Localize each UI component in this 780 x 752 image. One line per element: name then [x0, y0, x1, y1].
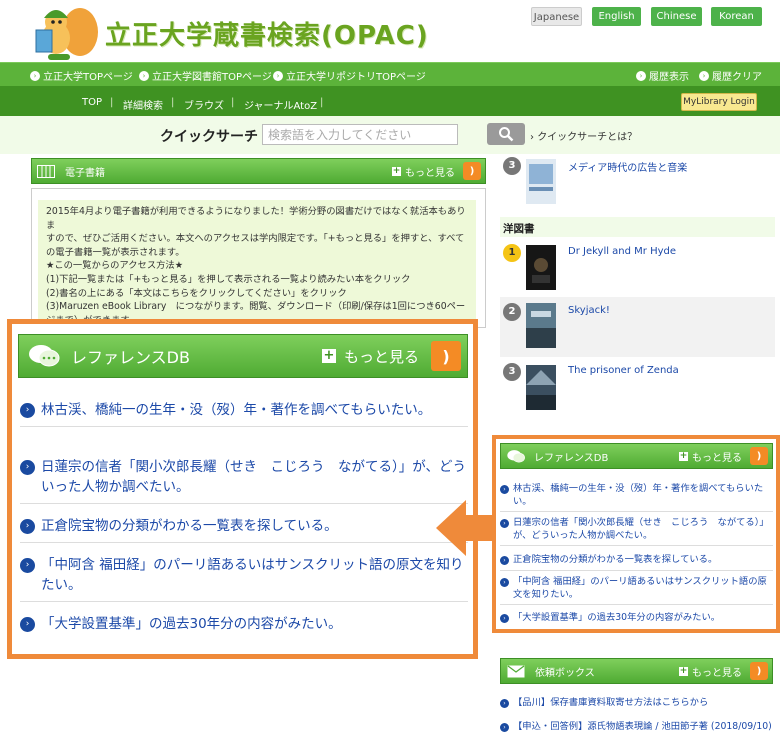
ranking-title: Skyjack!	[568, 305, 610, 316]
reference-panel-header-large: レファレンスDB + もっと見る )	[18, 334, 468, 378]
nav-advanced-search[interactable]: 詳細検索	[123, 97, 163, 112]
nav-separator: |	[110, 97, 114, 108]
chevron-right-icon: ›	[500, 519, 509, 528]
quick-search-label: クイックサーチ	[160, 129, 258, 145]
nav-top[interactable]: TOP	[82, 97, 102, 108]
chevron-right-icon: ›	[20, 558, 35, 573]
chevron-right-icon: ›	[500, 556, 509, 565]
chevron-right-icon: ›	[500, 614, 509, 623]
chevron-right-icon: ›	[20, 403, 35, 418]
ebook-panel-header: 電子書籍 + もっと見る )	[31, 158, 486, 184]
link-history-clear[interactable]: › 履歴クリア	[699, 68, 762, 83]
envelope-icon	[507, 665, 525, 677]
reference-panel-header: レファレンスDB + もっと見る )	[500, 443, 773, 469]
ranking-title: メディア時代の広告と音楽	[568, 163, 688, 174]
site-title: 立正大学蔵書検索(OPAC)	[105, 21, 429, 51]
main-nav-bar	[0, 86, 780, 116]
link-history-show[interactable]: › 履歴表示	[636, 68, 689, 83]
chat-bubble-icon	[507, 449, 525, 463]
link-repository-top[interactable]: › 立正大学リポジトリTOPページ	[273, 68, 426, 83]
chevron-right-icon: ›	[500, 699, 509, 708]
request-item[interactable]: › 【品川】保存書庫資料取寄せ方法はこちらから	[500, 697, 773, 710]
book-cover-image	[526, 245, 556, 290]
lang-english-button[interactable]: English	[592, 7, 641, 26]
nav-separator: |	[171, 97, 175, 108]
reference-item[interactable]: › 正倉院宝物の分類がわかる一覧表を探している。	[20, 516, 468, 543]
quick-search-about-link[interactable]: › クイックサーチとは？	[530, 128, 637, 143]
reference-item[interactable]: › 「中阿含 福田経」のパーリ語あるいはサンスクリット語の原文を知りたい。	[500, 576, 773, 605]
nav-separator: |	[231, 97, 235, 108]
request-item[interactable]: › 【申込・回答例】源氏物語表現論 / 池田節子著 (2018/09/10)	[500, 721, 773, 734]
lang-korean-button[interactable]: Korean	[711, 7, 762, 26]
plus-icon: +	[679, 665, 688, 676]
chevron-right-icon: ›	[20, 460, 35, 475]
request-box-header: 依頼ボックス + もっと見る )	[500, 658, 773, 684]
book-cover-image	[526, 303, 556, 348]
ebook-more-link[interactable]: + もっと見る	[392, 164, 455, 179]
rank-badge: 3	[503, 363, 521, 381]
ranking-item[interactable]: 1 Dr Jekyll and Mr Hyde	[500, 242, 775, 296]
reference-item[interactable]: › 正倉院宝物の分類がわかる一覧表を探している。	[500, 554, 773, 571]
ranking-item[interactable]: 3 メディア時代の広告と音楽	[500, 154, 775, 208]
reference-item[interactable]: › 「中阿含 福田経」のパーリ語あるいはサンスクリット語の原文を知りたい。	[20, 555, 468, 602]
chevron-right-icon: ›	[20, 519, 35, 534]
plus-icon: +	[679, 450, 688, 461]
ebook-notice: 2015年4月より電子書籍が利用できるようになりました！学術分野の図書だけではな…	[38, 200, 476, 326]
reference-item[interactable]: › 林古渓、橋純一の生年・没（歿）年・著作を調べてもらいたい。	[20, 400, 468, 427]
reference-item[interactable]: › 「大学設置基準」の過去30年分の内容がみたい。	[500, 612, 773, 628]
quick-search-input[interactable]	[262, 124, 458, 145]
chevron-right-icon: ›	[30, 70, 40, 81]
rank-badge: 3	[503, 157, 521, 175]
reference-more-link[interactable]: + もっと見る	[679, 449, 742, 464]
reference-more-link[interactable]: + もっと見る	[321, 346, 419, 367]
rank-badge: 2	[503, 303, 521, 321]
rss-icon[interactable]: )	[463, 162, 481, 180]
chevron-right-icon: ›	[20, 617, 35, 632]
lang-japanese-button[interactable]: Japanese	[531, 7, 582, 26]
book-cover-image	[526, 365, 556, 410]
search-button[interactable]	[487, 123, 525, 145]
chat-bubble-icon	[29, 345, 60, 367]
squirrel-mascot-logo	[35, 8, 98, 60]
rss-icon[interactable]: )	[750, 447, 768, 465]
nav-journal-atoz[interactable]: ジャーナルAtoZ	[244, 97, 317, 112]
rss-icon[interactable]: )	[431, 341, 461, 371]
link-university-top[interactable]: › 立正大学TOPページ	[30, 68, 133, 83]
nav-separator: |	[320, 97, 324, 108]
chevron-right-icon: ›	[500, 578, 509, 587]
chevron-right-icon: ›	[500, 485, 509, 494]
reference-item[interactable]: › 「大学設置基準」の過去30年分の内容がみたい。	[20, 614, 468, 640]
ranking-item[interactable]: 3 The prisoner of Zenda	[500, 360, 775, 416]
rank-badge: 1	[503, 244, 521, 262]
book-shelf-icon	[37, 164, 55, 178]
ranking-item[interactable]: 2 Skyjack!	[500, 297, 775, 357]
chevron-right-icon: ›	[699, 70, 709, 81]
chevron-right-icon: ›	[636, 70, 646, 81]
nav-browse[interactable]: ブラウズ	[184, 97, 224, 112]
reference-item[interactable]: › 日蓮宗の信者「関小次郎長耀（せき こじろう ながてる）」が、どういった人物か調…	[20, 457, 468, 504]
link-library-top[interactable]: › 立正大学図書館TOPページ	[139, 68, 272, 83]
western-books-section-label: 洋図書	[500, 217, 775, 237]
reference-item[interactable]: › 林古渓、橋純一の生年・没（歿）年・著作を調べてもらいたい。	[500, 483, 773, 512]
reference-item[interactable]: › 日蓮宗の信者「関小次郎長耀（せき こじろう ながてる）」が、どういった人物か調…	[500, 517, 773, 546]
ranking-title: Dr Jekyll and Mr Hyde	[568, 246, 677, 257]
chevron-right-icon: ›	[273, 70, 283, 81]
mylibrary-login-button[interactable]: MyLibrary Login	[681, 93, 757, 111]
ebook-panel-title: 電子書籍	[65, 167, 105, 179]
lang-chinese-button[interactable]: Chinese	[651, 7, 702, 26]
rss-icon[interactable]: )	[750, 662, 768, 680]
reference-panel-title: レファレンスDB	[71, 348, 190, 367]
plus-icon: +	[392, 165, 401, 176]
request-box-title: 依頼ボックス	[535, 667, 595, 679]
request-more-link[interactable]: + もっと見る	[679, 664, 742, 679]
ranking-title: The prisoner of Zenda	[568, 365, 679, 376]
chevron-right-icon: ›	[139, 70, 149, 81]
reference-panel-title: レファレンスDB	[534, 452, 609, 464]
chevron-right-icon: ›	[500, 723, 509, 732]
book-cover-image	[526, 159, 556, 204]
search-icon	[499, 127, 514, 142]
plus-icon: +	[321, 348, 336, 363]
